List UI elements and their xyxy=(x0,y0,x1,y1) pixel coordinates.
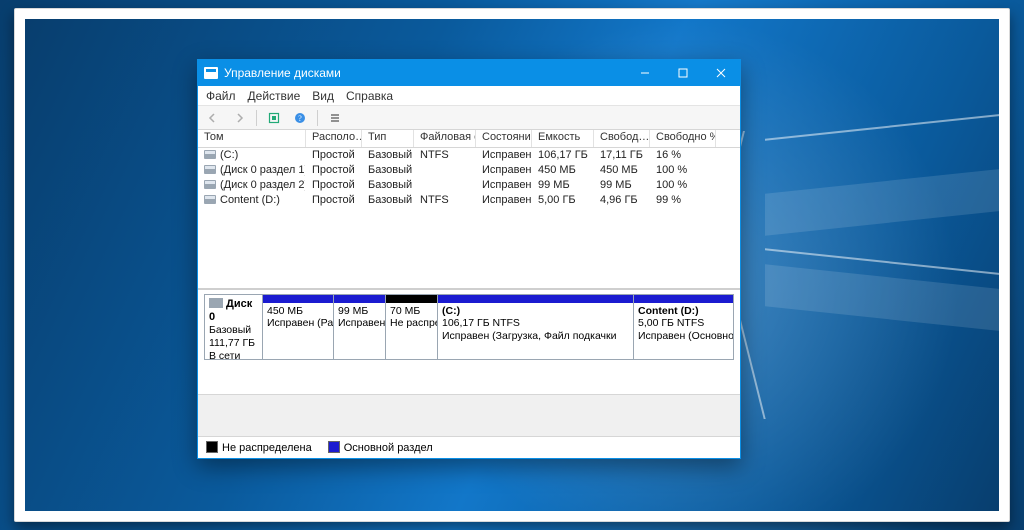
table-row[interactable]: (Диск 0 раздел 1)ПростойБазовыйИсправен…… xyxy=(198,163,740,178)
menu-help[interactable]: Справка xyxy=(346,89,393,103)
app-icon xyxy=(204,67,218,79)
volume-icon xyxy=(204,165,216,174)
col-type[interactable]: Тип xyxy=(362,130,414,147)
toolbar-separator xyxy=(317,110,318,126)
forward-icon xyxy=(233,112,245,124)
window-title: Управление дисками xyxy=(224,66,341,80)
column-headers[interactable]: Том Располо… Тип Файловая с… Состояние Е… xyxy=(198,130,740,148)
col-layout[interactable]: Располо… xyxy=(306,130,362,147)
disk-icon xyxy=(209,298,223,308)
partition-block[interactable]: 70 МБНе распре xyxy=(385,295,437,359)
menubar: Файл Действие Вид Справка xyxy=(198,86,740,106)
table-row[interactable]: (Диск 0 раздел 2)ПростойБазовыйИсправен…… xyxy=(198,178,740,193)
legend-swatch-blue xyxy=(328,441,340,453)
disk-type: Базовый xyxy=(209,324,251,336)
partition-block[interactable]: 450 МБИсправен (Разде xyxy=(263,295,333,359)
close-icon xyxy=(716,68,726,78)
partition-block[interactable]: 99 МБИсправен (Ш xyxy=(333,295,385,359)
list-icon xyxy=(329,112,341,124)
forward-button[interactable] xyxy=(228,108,250,128)
maximize-button[interactable] xyxy=(664,60,702,86)
disk-size: 111,77 ГБ xyxy=(209,337,255,349)
col-free[interactable]: Свобод… xyxy=(594,130,650,147)
menu-action[interactable]: Действие xyxy=(248,89,301,103)
svg-text:?: ? xyxy=(298,114,302,123)
back-button[interactable] xyxy=(202,108,224,128)
close-button[interactable] xyxy=(702,60,740,86)
menu-view[interactable]: Вид xyxy=(312,89,334,103)
help-icon: ? xyxy=(294,112,306,124)
volume-icon xyxy=(204,180,216,189)
spacer xyxy=(198,394,740,436)
partition-block[interactable]: (C:)106,17 ГБ NTFSИсправен (Загрузка, Фа… xyxy=(437,295,633,359)
help-button[interactable]: ? xyxy=(289,108,311,128)
settings-button[interactable] xyxy=(324,108,346,128)
refresh-button[interactable] xyxy=(263,108,285,128)
toolbar: ? xyxy=(198,106,740,130)
menu-file[interactable]: Файл xyxy=(206,89,236,103)
disk-row[interactable]: Диск 0 Базовый 111,77 ГБ В сети 450 МБИс… xyxy=(204,294,734,360)
legend-unallocated: Не распределена xyxy=(206,441,312,454)
disk-management-window: Управление дисками Файл xyxy=(197,59,741,459)
back-icon xyxy=(207,112,219,124)
titlebar[interactable]: Управление дисками xyxy=(198,60,740,86)
col-filesystem[interactable]: Файловая с… xyxy=(414,130,476,147)
disk-layout: Диск 0 Базовый 111,77 ГБ В сети 450 МБИс… xyxy=(198,290,740,394)
maximize-icon xyxy=(678,68,688,78)
table-row[interactable]: (C:)ПростойБазовыйNTFSИсправен…106,17 ГБ… xyxy=(198,148,740,163)
col-volume[interactable]: Том xyxy=(198,130,306,147)
toolbar-separator xyxy=(256,110,257,126)
refresh-icon xyxy=(268,112,280,124)
volume-list[interactable]: Том Располо… Тип Файловая с… Состояние Е… xyxy=(198,130,740,290)
minimize-icon xyxy=(640,68,650,78)
volume-icon xyxy=(204,150,216,159)
minimize-button[interactable] xyxy=(626,60,664,86)
partition-block[interactable]: Content (D:)5,00 ГБ NTFSИсправен (Основн… xyxy=(633,295,733,359)
col-state[interactable]: Состояние xyxy=(476,130,532,147)
legend-swatch-black xyxy=(206,441,218,453)
volume-icon xyxy=(204,195,216,204)
disk-status: В сети xyxy=(209,350,240,362)
legend-primary: Основной раздел xyxy=(328,441,433,454)
disk-label[interactable]: Диск 0 Базовый 111,77 ГБ В сети xyxy=(205,295,263,359)
table-row[interactable]: Content (D:)ПростойБазовыйNTFSИсправен…5… xyxy=(198,193,740,208)
col-capacity[interactable]: Емкость xyxy=(532,130,594,147)
col-free-pct[interactable]: Свободно % xyxy=(650,130,716,147)
legend: Не распределена Основной раздел xyxy=(198,436,740,458)
